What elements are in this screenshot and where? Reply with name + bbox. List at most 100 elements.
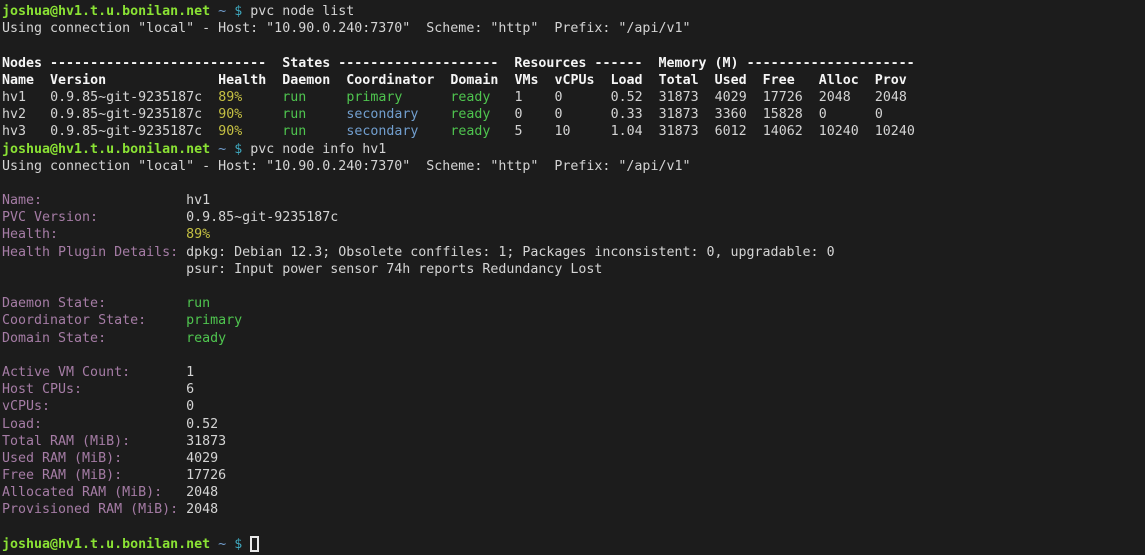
spacer: [490, 90, 514, 105]
spacer: [242, 90, 282, 105]
spacer: [402, 90, 450, 105]
spacer: [803, 124, 819, 139]
spacer: [330, 73, 346, 88]
spacer: [418, 124, 450, 139]
spacer: [106, 331, 186, 346]
spacer: [699, 124, 715, 139]
terminal-line: Allocated RAM (MiB): 2048: [2, 484, 1145, 501]
cell-coordinator: secondary: [346, 107, 418, 122]
terminal-line: [2, 519, 1145, 536]
terminal-line: joshua@hv1.t.u.bonilan.net ~ $ pvc node …: [2, 3, 1145, 20]
info-label: Health:: [2, 227, 58, 242]
info-label: Used RAM (MiB):: [2, 451, 122, 466]
spacer: [26, 90, 50, 105]
cell-name: hv3: [2, 124, 26, 139]
terminal-line: Health: 89%: [2, 226, 1145, 243]
spacer: [242, 124, 282, 139]
spacer: [162, 485, 186, 500]
spacer: [2, 262, 186, 277]
table-col-name: Name: [2, 73, 34, 88]
info-value: 1: [186, 365, 194, 380]
table-group-dashes: ---------------------: [739, 56, 915, 71]
cell-free: 15828: [763, 107, 803, 122]
cell-free: 14062: [763, 124, 803, 139]
spacer: [643, 73, 659, 88]
info-value: 2048: [186, 485, 218, 500]
spacer: [106, 73, 218, 88]
info-label: vCPUs:: [2, 399, 50, 414]
terminal-line: Nodes --------------------------- States…: [2, 55, 1145, 72]
info-label: Provisioned RAM (MiB):: [2, 502, 178, 517]
table-col-alloc: Alloc: [819, 73, 859, 88]
spacer: [418, 107, 450, 122]
spacer: [202, 107, 218, 122]
info-label: Domain State:: [2, 331, 106, 346]
terminal-line: Used RAM (MiB): 4029: [2, 450, 1145, 467]
spacer: [643, 124, 659, 139]
table-col-vcpus: vCPUs: [554, 73, 594, 88]
info-label: Free RAM (MiB):: [2, 468, 122, 483]
spacer: [563, 107, 611, 122]
connection-info: Using connection "local" - Host: "10.90.…: [2, 159, 690, 174]
spacer: [130, 434, 186, 449]
info-value: 0.9.85~git-9235187c: [186, 210, 338, 225]
info-label: Name:: [2, 193, 42, 208]
table-group-dashes: --------------------: [330, 56, 514, 71]
cell-version: 0.9.85~git-9235187c: [50, 107, 202, 122]
command-text: pvc node list: [250, 4, 354, 19]
cell-load: 0.33: [611, 107, 643, 122]
spacer: [851, 90, 875, 105]
cell-used: 3360: [715, 107, 747, 122]
spacer: [98, 210, 186, 225]
cell-vcpus: 0: [555, 90, 563, 105]
spacer: [122, 468, 186, 483]
spacer: [242, 537, 250, 552]
terminal-line: Load: 0.52: [2, 416, 1145, 433]
terminal-line: Provisioned RAM (MiB): 2048: [2, 501, 1145, 518]
cell-name: hv2: [2, 107, 26, 122]
info-label: Coordinator State:: [2, 313, 146, 328]
terminal[interactable]: joshua@hv1.t.u.bonilan.net ~ $ pvc node …: [0, 0, 1145, 555]
cell-used: 4029: [715, 90, 747, 105]
info-value: 6: [186, 382, 194, 397]
spacer: [571, 124, 611, 139]
table-col-used: Used: [715, 73, 747, 88]
cell-health: 90%: [218, 124, 242, 139]
prompt-path: ~: [218, 4, 226, 19]
cell-prov: 10240: [875, 124, 915, 139]
spacer: [907, 90, 915, 105]
spacer: [210, 537, 218, 552]
terminal-line: Daemon State: run: [2, 295, 1145, 312]
terminal-line: PVC Version: 0.9.85~git-9235187c: [2, 209, 1145, 226]
info-label: Health Plugin Details:: [2, 245, 178, 260]
spacer: [210, 4, 218, 19]
prompt-path: ~: [218, 537, 226, 552]
spacer: [747, 107, 763, 122]
spacer: [747, 124, 763, 139]
terminal-line: [2, 347, 1145, 364]
spacer: [538, 73, 554, 88]
table-group-header: Nodes: [2, 56, 42, 71]
spacer: [434, 73, 450, 88]
info-value: 89%: [186, 227, 210, 242]
info-value: 4029: [186, 451, 218, 466]
spacer: [226, 4, 234, 19]
table-row: hv2 0.9.85~git-9235187c 90% run secondar…: [2, 106, 1145, 123]
spacer: [803, 90, 819, 105]
spacer: [58, 227, 186, 242]
table-group-header: Memory (M): [659, 56, 739, 71]
cell-version: 0.9.85~git-9235187c: [50, 90, 202, 105]
cell-vcpus: 10: [555, 124, 571, 139]
prompt-symbol: $: [234, 4, 242, 19]
terminal-line: psur: Input power sensor 74h reports Red…: [2, 261, 1145, 278]
terminal-line: Total RAM (MiB): 31873: [2, 433, 1145, 450]
cell-vcpus: 0: [555, 107, 563, 122]
cell-version: 0.9.85~git-9235187c: [50, 124, 202, 139]
table-col-health: Health: [218, 73, 266, 88]
info-label: Daemon State:: [2, 296, 106, 311]
spacer: [42, 193, 186, 208]
spacer: [226, 537, 234, 552]
connection-info: Using connection "local" - Host: "10.90.…: [2, 21, 690, 36]
cell-total: 31873: [659, 124, 699, 139]
table-group-header: States: [282, 56, 330, 71]
